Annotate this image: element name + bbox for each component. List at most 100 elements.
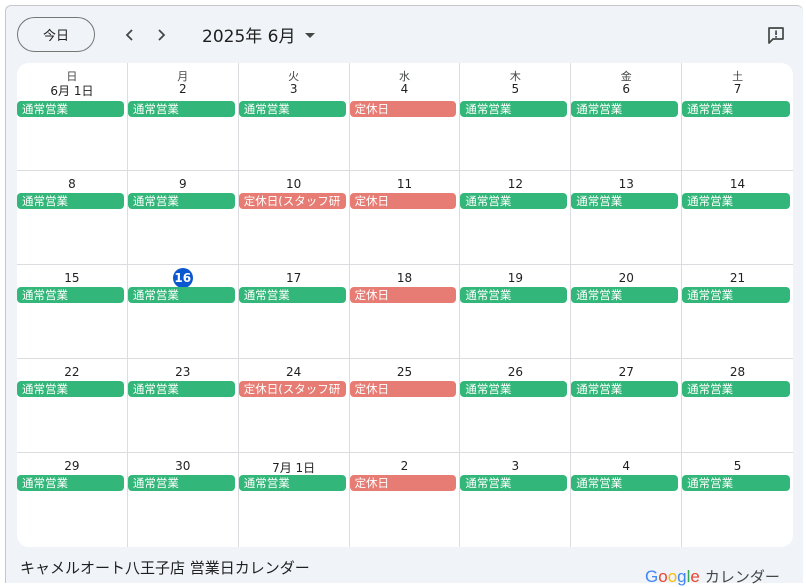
day-cell[interactable]: 19 通常営業 bbox=[460, 265, 572, 359]
day-cell[interactable]: 30 通常営業 bbox=[127, 453, 239, 547]
day-cell[interactable]: 月 2 通常営業 bbox=[127, 63, 239, 171]
day-cell[interactable]: 日 6月 1日 通常営業 bbox=[17, 63, 128, 171]
date-number[interactable]: 12 bbox=[460, 177, 570, 191]
day-cell[interactable]: 14 通常営業 bbox=[682, 171, 793, 265]
event-chip-open[interactable]: 通常営業 bbox=[238, 475, 346, 491]
day-cell[interactable]: 20 通常営業 bbox=[571, 265, 683, 359]
day-cell[interactable]: 土 7 通常営業 bbox=[682, 63, 793, 171]
date-number[interactable]: 4 bbox=[571, 459, 681, 473]
event-chip-open[interactable]: 通常営業 bbox=[127, 193, 235, 209]
feedback-icon[interactable] bbox=[764, 23, 788, 47]
event-chip-open[interactable]: 通常営業 bbox=[571, 193, 679, 209]
day-cell[interactable]: 11 定休日 bbox=[349, 171, 461, 265]
day-cell[interactable]: 29 通常営業 bbox=[17, 453, 128, 547]
date-number[interactable]: 4 bbox=[350, 82, 460, 96]
event-chip-open[interactable]: 通常営業 bbox=[571, 287, 679, 303]
event-chip-closed[interactable]: 定休日 bbox=[349, 101, 457, 117]
day-cell[interactable]: 23 通常営業 bbox=[127, 359, 239, 453]
event-chip-open[interactable]: 通常営業 bbox=[17, 381, 124, 397]
event-chip-open[interactable]: 通常営業 bbox=[682, 475, 790, 491]
date-number[interactable]: 10 bbox=[239, 177, 349, 191]
event-chip-open[interactable]: 通常営業 bbox=[571, 381, 679, 397]
event-chip-open[interactable]: 通常営業 bbox=[17, 475, 124, 491]
date-number[interactable]: 5 bbox=[460, 82, 570, 96]
event-chip-open[interactable]: 通常営業 bbox=[682, 381, 790, 397]
date-number[interactable]: 6月 1日 bbox=[17, 82, 127, 99]
day-cell[interactable]: 15 通常営業 bbox=[17, 265, 128, 359]
day-cell[interactable]: 4 通常営業 bbox=[571, 453, 683, 547]
date-number[interactable]: 3 bbox=[460, 459, 570, 473]
date-number[interactable]: 14 bbox=[682, 177, 793, 191]
date-number[interactable]: 2 bbox=[350, 459, 460, 473]
event-chip-open[interactable]: 通常営業 bbox=[127, 475, 235, 491]
day-cell[interactable]: 10 定休日(スタッフ研 bbox=[238, 171, 350, 265]
event-chip-closed[interactable]: 定休日(スタッフ研 bbox=[238, 381, 346, 397]
day-cell[interactable]: 22 通常営業 bbox=[17, 359, 128, 453]
day-cell[interactable]: 7月 1日 通常営業 bbox=[238, 453, 350, 547]
date-number[interactable]: 8 bbox=[17, 177, 127, 191]
event-chip-open[interactable]: 通常営業 bbox=[17, 101, 124, 117]
event-chip-open[interactable]: 通常営業 bbox=[460, 381, 568, 397]
date-number[interactable]: 17 bbox=[239, 271, 349, 285]
date-number[interactable]: 5 bbox=[682, 459, 793, 473]
date-number[interactable]: 23 bbox=[128, 365, 238, 379]
day-cell[interactable]: 25 定休日 bbox=[349, 359, 461, 453]
day-cell[interactable]: 8 通常営業 bbox=[17, 171, 128, 265]
date-number[interactable]: 2 bbox=[128, 82, 238, 96]
event-chip-open[interactable]: 通常営業 bbox=[17, 287, 124, 303]
event-chip-open[interactable]: 通常営業 bbox=[571, 475, 679, 491]
date-number[interactable]: 29 bbox=[17, 459, 127, 473]
event-chip-open[interactable]: 通常営業 bbox=[127, 381, 235, 397]
date-number[interactable]: 28 bbox=[682, 365, 793, 379]
day-cell[interactable]: 18 定休日 bbox=[349, 265, 461, 359]
event-chip-open[interactable]: 通常営業 bbox=[460, 475, 568, 491]
event-chip-open[interactable]: 通常営業 bbox=[238, 101, 346, 117]
event-chip-open[interactable]: 通常営業 bbox=[460, 101, 568, 117]
date-number[interactable]: 19 bbox=[460, 271, 570, 285]
date-number[interactable]: 6 bbox=[571, 82, 681, 96]
event-chip-closed[interactable]: 定休日 bbox=[349, 381, 457, 397]
date-number[interactable]: 21 bbox=[682, 271, 793, 285]
day-cell[interactable]: 2 定休日 bbox=[349, 453, 461, 547]
date-number[interactable]: 26 bbox=[460, 365, 570, 379]
event-chip-open[interactable]: 通常営業 bbox=[682, 287, 790, 303]
day-cell[interactable]: 木 5 通常営業 bbox=[460, 63, 572, 171]
month-selector[interactable]: 2025年 6月 bbox=[202, 21, 316, 47]
date-number[interactable]: 24 bbox=[239, 365, 349, 379]
date-number[interactable]: 18 bbox=[350, 271, 460, 285]
event-chip-open[interactable]: 通常営業 bbox=[127, 287, 235, 303]
event-chip-closed[interactable]: 定休日 bbox=[349, 287, 457, 303]
date-number[interactable]: 3 bbox=[239, 82, 349, 96]
day-cell[interactable]: 9 通常営業 bbox=[127, 171, 239, 265]
today-button[interactable]: 今日 bbox=[17, 17, 95, 52]
date-number[interactable]: 9 bbox=[128, 177, 238, 191]
date-number[interactable]: 22 bbox=[17, 365, 127, 379]
date-number[interactable]: 7 bbox=[682, 82, 793, 96]
event-chip-open[interactable]: 通常営業 bbox=[571, 101, 679, 117]
day-cell[interactable]: 12 通常営業 bbox=[460, 171, 572, 265]
chevron-left-icon[interactable] bbox=[117, 22, 143, 48]
date-number[interactable]: 13 bbox=[571, 177, 681, 191]
event-chip-open[interactable]: 通常営業 bbox=[17, 193, 124, 209]
date-number[interactable]: 7月 1日 bbox=[239, 459, 349, 476]
date-number[interactable]: 11 bbox=[350, 177, 460, 191]
date-number[interactable]: 27 bbox=[571, 365, 681, 379]
day-cell[interactable]: 26 通常営業 bbox=[460, 359, 572, 453]
day-cell[interactable]: 3 通常営業 bbox=[460, 453, 572, 547]
day-cell[interactable]: 5 通常営業 bbox=[682, 453, 793, 547]
event-chip-open[interactable]: 通常営業 bbox=[127, 101, 235, 117]
day-cell[interactable]: 17 通常営業 bbox=[238, 265, 350, 359]
day-cell[interactable]: 24 定休日(スタッフ研 bbox=[238, 359, 350, 453]
day-cell[interactable]: 金 6 通常営業 bbox=[571, 63, 683, 171]
today-date-number[interactable]: 16 bbox=[128, 268, 238, 288]
day-cell[interactable]: 火 3 通常営業 bbox=[238, 63, 350, 171]
day-cell[interactable]: 27 通常営業 bbox=[571, 359, 683, 453]
day-cell[interactable]: 水 4 定休日 bbox=[349, 63, 461, 171]
date-number[interactable]: 30 bbox=[128, 459, 238, 473]
event-chip-open[interactable]: 通常営業 bbox=[460, 193, 568, 209]
event-chip-closed[interactable]: 定休日(スタッフ研 bbox=[238, 193, 346, 209]
date-number[interactable]: 25 bbox=[350, 365, 460, 379]
day-cell[interactable]: 16 通常営業 bbox=[127, 265, 239, 359]
event-chip-closed[interactable]: 定休日 bbox=[349, 475, 457, 491]
day-cell[interactable]: 21 通常営業 bbox=[682, 265, 793, 359]
